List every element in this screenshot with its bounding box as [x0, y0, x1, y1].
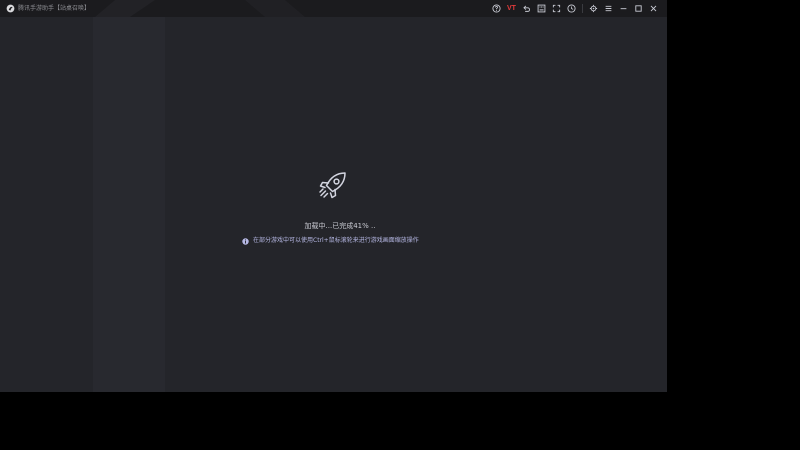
loading-status-text: 加载中...已完成41% ..	[304, 222, 376, 230]
emulator-window: 腾讯手游助手【站桌召唤】 VT 加载中...已完成41% .. 在部分游戏中可以…	[0, 0, 667, 392]
loading-tip: 在部分游戏中可以使用Ctrl+鼠标滚轮来进行游戏画面缩放操作	[242, 236, 419, 246]
rocket-icon	[319, 172, 346, 199]
loading-tip-text: 在部分游戏中可以使用Ctrl+鼠标滚轮来进行游戏画面缩放操作	[253, 237, 419, 244]
info-icon	[242, 237, 249, 245]
loading-screen: 加载中...已完成41% .. 在部分游戏中可以使用Ctrl+鼠标滚轮来进行游戏…	[0, 0, 667, 392]
